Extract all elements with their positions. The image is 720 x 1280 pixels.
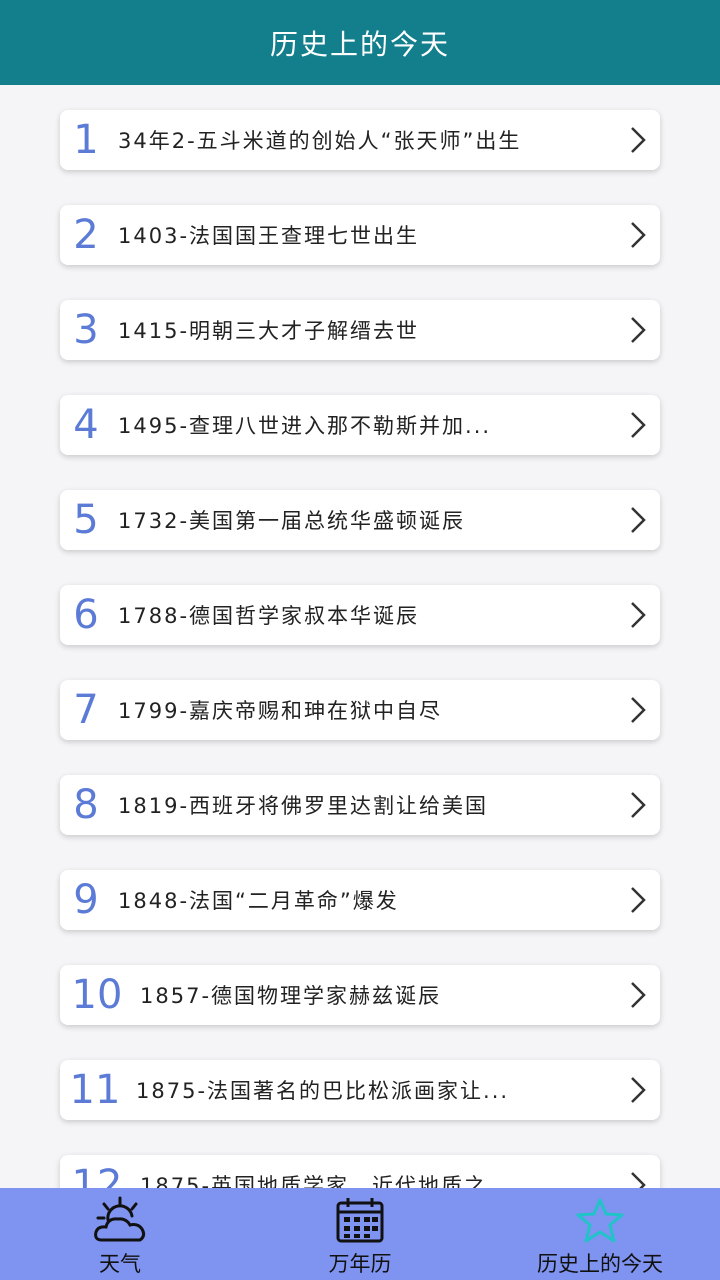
nav-label-weather: 天气	[99, 1252, 141, 1276]
star-icon	[570, 1196, 630, 1246]
event-title: 1415-明朝三大才子解缙去世	[118, 319, 420, 343]
event-card[interactable]: 5 1732-美国第一届总统华盛顿诞辰	[60, 490, 660, 550]
event-card[interactable]: 7 1799-嘉庆帝赐和珅在狱中自尽	[60, 680, 660, 740]
event-number: 2	[73, 212, 99, 258]
event-card[interactable]: 9 1848-法国“二月革命”爆发	[60, 870, 660, 930]
nav-item-calendar[interactable]: 万年历	[240, 1188, 480, 1280]
event-title: 1857-德国物理学家赫兹诞辰	[140, 984, 442, 1008]
event-number: 8	[73, 782, 99, 828]
event-title: 1848-法国“二月革命”爆发	[118, 889, 399, 913]
event-card[interactable]: 3 1415-明朝三大才子解缙去世	[60, 300, 660, 360]
event-title: 1799-嘉庆帝赐和珅在狱中自尽	[118, 699, 443, 723]
nav-label-calendar: 万年历	[328, 1252, 392, 1276]
chevron-right-icon	[616, 965, 660, 1025]
nav-label-history-today: 历史上的今天	[537, 1252, 663, 1276]
chevron-right-icon	[616, 395, 660, 455]
event-card[interactable]: 1 34年2-五斗米道的创始人“张天师”出生	[60, 110, 660, 170]
chevron-right-icon	[616, 775, 660, 835]
event-number: 10	[71, 972, 123, 1018]
nav-item-history-today[interactable]: 历史上的今天	[480, 1188, 720, 1280]
event-title: 1495-查理八世进入那不勒斯并加...	[118, 414, 492, 438]
chevron-right-icon	[616, 1060, 660, 1120]
event-card[interactable]: 6 1788-德国哲学家叔本华诞辰	[60, 585, 660, 645]
weather-icon	[90, 1196, 150, 1246]
event-list[interactable]: 1 34年2-五斗米道的创始人“张天师”出生 2 1403-法国国王查理七世出生…	[0, 85, 720, 1188]
chevron-right-icon	[616, 870, 660, 930]
chevron-right-icon	[616, 1155, 660, 1188]
event-card[interactable]: 10 1857-德国物理学家赫兹诞辰	[60, 965, 660, 1025]
event-card[interactable]: 4 1495-查理八世进入那不勒斯并加...	[60, 395, 660, 455]
chevron-right-icon	[616, 205, 660, 265]
event-title: 1875-法国著名的巴比松派画家让...	[136, 1079, 510, 1103]
event-number: 9	[73, 877, 99, 923]
event-number: 3	[73, 307, 99, 353]
event-card[interactable]: 8 1819-西班牙将佛罗里达割让给美国	[60, 775, 660, 835]
app-header: 历史上的今天	[0, 0, 720, 85]
event-number: 7	[73, 687, 99, 733]
chevron-right-icon	[616, 110, 660, 170]
bottom-nav: 天气 万年历 历史上的今天	[0, 1188, 720, 1280]
nav-item-weather[interactable]: 天气	[0, 1188, 240, 1280]
page-title: 历史上的今天	[269, 27, 450, 61]
event-number: 6	[73, 592, 99, 638]
calendar-icon	[330, 1196, 390, 1246]
chevron-right-icon	[616, 300, 660, 360]
event-card[interactable]: 12 1875-英国地质学家、近代地质之...	[60, 1155, 660, 1188]
event-title: 1875-英国地质学家、近代地质之...	[140, 1174, 514, 1188]
event-title: 1788-德国哲学家叔本华诞辰	[118, 604, 420, 628]
event-title: 1403-法国国王查理七世出生	[118, 224, 420, 248]
event-number: 4	[73, 402, 99, 448]
event-number: 12	[71, 1162, 123, 1188]
event-card[interactable]: 2 1403-法国国王查理七世出生	[60, 205, 660, 265]
event-number: 1	[73, 117, 99, 163]
chevron-right-icon	[616, 490, 660, 550]
event-number: 5	[73, 497, 99, 543]
chevron-right-icon	[616, 585, 660, 645]
event-title: 1819-西班牙将佛罗里达割让给美国	[118, 794, 489, 818]
event-number: 11	[69, 1067, 121, 1113]
event-card[interactable]: 11 1875-法国著名的巴比松派画家让...	[60, 1060, 660, 1120]
event-title: 34年2-五斗米道的创始人“张天师”出生	[118, 129, 522, 153]
event-title: 1732-美国第一届总统华盛顿诞辰	[118, 509, 466, 533]
chevron-right-icon	[616, 680, 660, 740]
